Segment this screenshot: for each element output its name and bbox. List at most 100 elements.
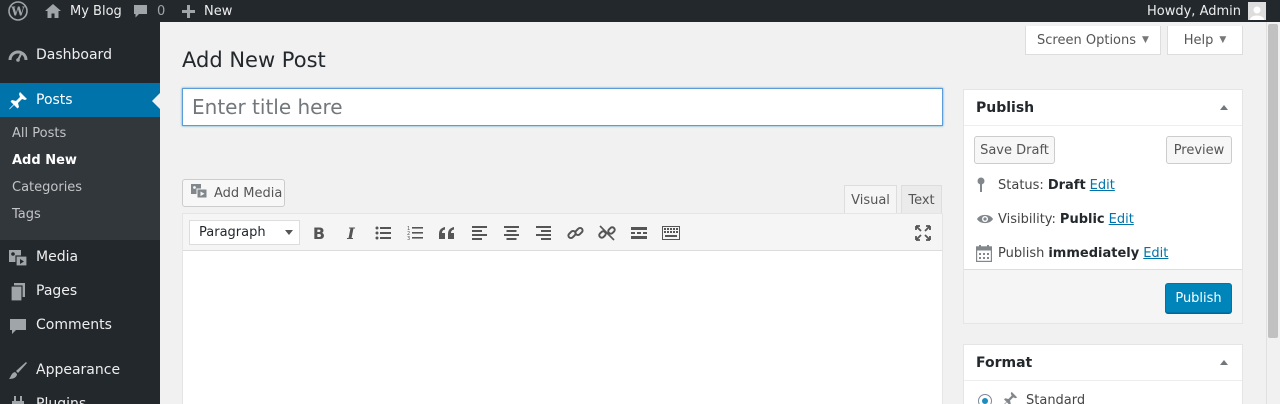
numbered-list-button[interactable]: 123 [405, 223, 425, 243]
calendar-icon [976, 244, 998, 262]
preview-button[interactable]: Preview [1166, 136, 1232, 164]
screen-options-button[interactable]: Screen Options ▼ [1025, 26, 1161, 55]
visibility-label: Visibility: [998, 211, 1056, 227]
toolbar-toggle-button[interactable] [661, 223, 681, 243]
sidebar-item-pages[interactable]: Pages [0, 274, 160, 308]
sidebar-item-label: Posts [36, 92, 73, 108]
sidebar-item-appearance[interactable]: Appearance [0, 353, 160, 387]
paintbrush-icon [8, 361, 28, 381]
sidebar-item-dashboard[interactable]: Dashboard [0, 38, 160, 72]
help-button[interactable]: Help ▼ [1167, 26, 1243, 55]
publish-button[interactable]: Publish [1165, 283, 1232, 313]
sidebar-item-plugins[interactable]: Plugins [0, 387, 160, 404]
bullet-list-icon [375, 226, 391, 240]
chevron-down-icon [285, 230, 293, 235]
save-draft-button[interactable]: Save Draft [974, 136, 1055, 164]
post-visibility-row: Visibility: Public Edit [976, 209, 1134, 229]
publish-time-value: immediately [1048, 245, 1140, 261]
admin-bar: W My Blog 0 New Howdy, Admin [0, 0, 1280, 22]
format-standard-radio[interactable] [978, 394, 992, 404]
link-icon [566, 226, 584, 239]
blockquote-button[interactable] [437, 223, 457, 243]
sidebar-item-posts[interactable]: Posts [0, 83, 160, 117]
bullet-list-button[interactable] [373, 223, 393, 243]
sidebar-item-label: Comments [36, 317, 112, 333]
unlink-icon [598, 225, 616, 241]
align-left-icon [471, 226, 487, 240]
svg-text:3: 3 [407, 236, 410, 240]
collapse-arrow-icon[interactable] [1220, 360, 1228, 365]
scrollbar-thumb[interactable] [1268, 24, 1278, 338]
edit-visibility-link[interactable]: Edit [1109, 212, 1134, 227]
sidebar-item-media[interactable]: Media [0, 240, 160, 274]
tab-text[interactable]: Text [901, 185, 942, 214]
expand-icon [915, 225, 931, 241]
fullscreen-button[interactable] [913, 223, 933, 243]
sidebar-item-label: Appearance [36, 362, 121, 378]
italic-icon: I [347, 223, 355, 243]
publish-box: Publish Save Draft Preview Status: Draft… [963, 89, 1243, 324]
submenu-tags[interactable]: Tags [12, 207, 41, 222]
home-icon [44, 3, 62, 19]
collapse-arrow-icon[interactable] [1220, 105, 1228, 110]
page-title: Add New Post [182, 48, 326, 72]
post-title-input[interactable] [182, 88, 943, 126]
comments-count: 0 [157, 3, 166, 19]
submenu-categories[interactable]: Categories [12, 180, 82, 195]
edit-publish-time-link[interactable]: Edit [1143, 246, 1168, 261]
posts-submenu: All Posts Add New Categories Tags [0, 117, 160, 240]
howdy-text: Howdy, Admin [1147, 3, 1242, 19]
wordpress-logo-icon[interactable]: W [8, 0, 28, 22]
eye-icon [976, 213, 998, 225]
dashboard-icon [8, 46, 28, 66]
editor-toolbar: Paragraph B I 123 [183, 214, 942, 251]
align-center-button[interactable] [501, 223, 521, 243]
align-left-button[interactable] [469, 223, 489, 243]
help-label: Help [1183, 32, 1214, 48]
format-box: Format Standard [963, 344, 1243, 404]
insert-link-button[interactable] [565, 223, 585, 243]
comments-link[interactable]: 0 [133, 0, 165, 22]
add-media-button[interactable]: Add Media [182, 179, 285, 207]
align-right-button[interactable] [533, 223, 553, 243]
caret-down-icon: ▼ [1219, 35, 1227, 45]
new-content-link[interactable]: New [182, 0, 232, 22]
new-label: New [204, 3, 233, 19]
align-right-icon [535, 226, 551, 240]
publish-time-row: Publish immediately Edit [976, 243, 1168, 263]
my-account-link[interactable]: Howdy, Admin [1147, 0, 1267, 22]
site-name-link[interactable]: My Blog [44, 0, 122, 22]
post-status-row: Status: Draft Edit [976, 175, 1115, 195]
editor-content-area[interactable] [183, 252, 942, 404]
sidebar-item-label: Dashboard [36, 47, 112, 63]
status-label: Status: [998, 177, 1044, 193]
sidebar-item-label: Plugins [36, 396, 87, 404]
read-more-button[interactable] [629, 223, 649, 243]
format-select[interactable]: Paragraph [189, 220, 300, 245]
format-box-header[interactable]: Format [964, 345, 1242, 381]
publish-box-header[interactable]: Publish [964, 90, 1242, 126]
format-standard-label: Standard [1026, 393, 1086, 404]
tab-visual[interactable]: Visual [844, 185, 897, 214]
remove-link-button[interactable] [597, 223, 617, 243]
sidebar-item-comments[interactable]: Comments [0, 308, 160, 342]
quote-icon [439, 227, 454, 239]
active-indicator [152, 93, 160, 109]
edit-status-link[interactable]: Edit [1090, 178, 1115, 193]
keyboard-icon [662, 226, 680, 240]
svg-text:W: W [10, 5, 25, 19]
sidebar-item-label: Pages [36, 283, 78, 299]
submenu-all-posts[interactable]: All Posts [12, 126, 66, 141]
post-editor: Paragraph B I 123 [182, 213, 943, 404]
submenu-add-new[interactable]: Add New [12, 153, 77, 168]
bold-button[interactable]: B [309, 223, 329, 243]
visibility-value: Public [1059, 211, 1105, 227]
align-center-icon [503, 226, 519, 240]
caret-down-icon: ▼ [1142, 35, 1149, 45]
numbered-list-icon: 123 [407, 226, 423, 240]
italic-button[interactable]: I [341, 223, 361, 243]
status-value: Draft [1047, 177, 1086, 193]
comment-icon [133, 4, 148, 19]
add-media-label: Add Media [214, 185, 283, 201]
publish-actions: Publish [964, 269, 1242, 323]
